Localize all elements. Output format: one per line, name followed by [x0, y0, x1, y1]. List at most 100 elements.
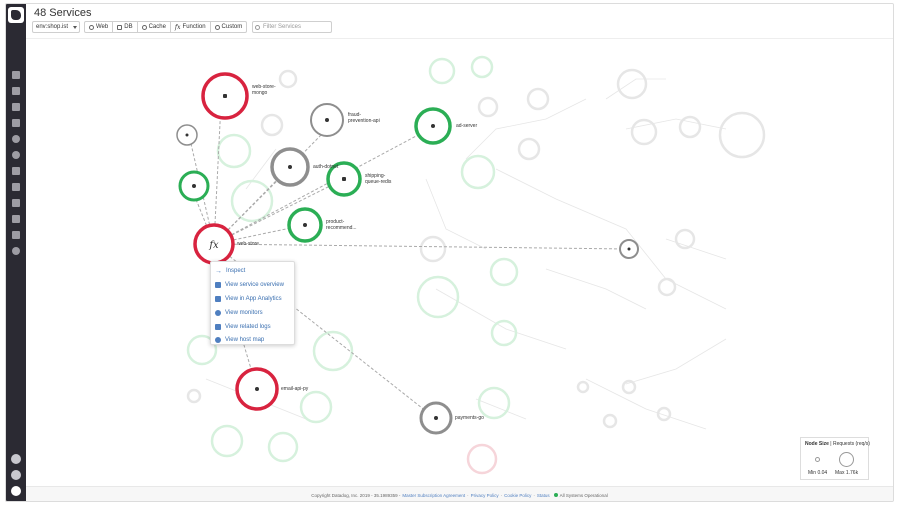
team-icon[interactable] — [11, 470, 21, 480]
filter-db-label: DB — [124, 24, 133, 30]
nav-metrics-icon[interactable] — [12, 151, 20, 159]
label-web-store: web-store — [237, 241, 259, 247]
custom-icon — [192, 184, 196, 188]
footer-privacy-link[interactable]: Privacy Policy — [471, 493, 499, 498]
menu-view-monitors[interactable]: View monitors — [215, 307, 263, 319]
search-icon — [255, 25, 260, 30]
nav-apm-services-icon[interactable] — [12, 183, 20, 191]
footer-cookie-link[interactable]: Cookie Policy — [504, 493, 531, 498]
service-nodes — [176, 72, 639, 435]
globe-icon — [288, 165, 292, 169]
globe-icon — [303, 223, 307, 227]
dashboard-icon — [215, 282, 221, 288]
node-context-menu: → Inspect View service overview View in … — [210, 261, 295, 345]
node-size-legend: Node Size | Requests (req/s) Min 0.04 Ma… — [800, 437, 870, 480]
filter-web-label: Web — [96, 24, 109, 30]
filter-services-input[interactable]: Filter Services — [252, 21, 332, 33]
analytics-icon — [215, 296, 221, 302]
monitor-icon — [215, 310, 221, 316]
database-icon — [117, 24, 123, 30]
database-icon — [342, 177, 346, 181]
nav-infrastructure-icon[interactable] — [12, 103, 20, 111]
menu-view-service-overview[interactable]: View service overview — [215, 279, 284, 291]
globe-icon — [325, 118, 329, 122]
nav-monitors-icon[interactable] — [12, 135, 20, 143]
status-ok-icon — [553, 493, 558, 497]
globe-icon — [255, 387, 259, 391]
nav-notebooks-icon[interactable] — [12, 199, 20, 207]
filter-cache-button[interactable]: Cache — [138, 22, 171, 32]
footer-copyright: Copyright Datadog, Inc. 2019 - 35.198935… — [311, 492, 401, 498]
page-title: 48 Services — [34, 7, 92, 19]
label-payments-go: payments-go — [455, 415, 484, 421]
faded-edges — [205, 78, 727, 430]
custom-icon — [214, 24, 220, 30]
filter-function-label: Function — [182, 24, 206, 30]
service-map-canvas[interactable]: fx web-store-mongo fraud-prevention-api … — [26, 38, 893, 486]
label-web-store-mongo: web-store-mongo — [252, 84, 276, 96]
footer-status-text: All Systems Operational — [559, 492, 608, 498]
globe-icon — [431, 124, 435, 128]
menu-related-logs-label: View related logs — [225, 324, 271, 330]
menu-host-map-label: View host map — [225, 337, 265, 343]
env-select-value: env:shop.ist — [36, 24, 69, 30]
function-icon: fx — [208, 240, 219, 251]
legend-max-circle — [839, 452, 854, 467]
globe-icon — [185, 133, 189, 137]
hostmap-icon — [215, 337, 221, 343]
filter-custom-button[interactable]: Custom — [211, 22, 247, 32]
legend-max: Max 1.76k — [835, 470, 859, 476]
globe-icon — [89, 24, 94, 30]
legend-min: Min 0.04 — [808, 470, 828, 476]
datadog-logo-icon[interactable] — [8, 7, 24, 23]
menu-inspect-label: Inspect — [226, 268, 246, 274]
filter-function-button[interactable]: fx Function — [171, 22, 211, 32]
logs-icon — [215, 324, 221, 330]
label-product-recommend: product-recommend... — [326, 219, 357, 231]
service-type-filter: Web DB Cache fx Function Custom — [84, 21, 248, 33]
filter-web-button[interactable]: Web — [85, 22, 114, 32]
legend-title: Node Size | Requests (req/s) — [805, 441, 870, 447]
menu-view-related-logs[interactable]: View related logs — [215, 321, 271, 333]
footer-sep-1: · — [467, 492, 469, 498]
menu-view-host-map[interactable]: View host map — [215, 334, 264, 346]
arrow-icon: → — [215, 267, 222, 275]
label-fraud-prevention-api: fraud-prevention-api — [348, 112, 380, 124]
label-ad-server: ad-server — [456, 123, 478, 129]
page-footer: Copyright Datadog, Inc. 2019 - 35.198935… — [26, 486, 893, 501]
page-header: 48 Services env:shop.ist Web DB Cache fx… — [26, 4, 893, 38]
help-icon[interactable] — [11, 454, 21, 464]
database-icon — [223, 94, 227, 98]
app-window: 48 Services env:shop.ist Web DB Cache fx… — [5, 3, 894, 502]
eye-icon — [141, 24, 147, 30]
filter-services-placeholder: Filter Services — [263, 24, 302, 30]
label-shipping-queue-redis: shipping-queue-redis — [365, 173, 392, 185]
label-email-api-py: email-api-py — [281, 386, 309, 392]
filter-custom-label: Custom — [221, 24, 243, 30]
nav-events-icon[interactable] — [12, 119, 20, 127]
function-icon: fx — [174, 23, 181, 31]
filter-db-button[interactable]: DB — [113, 22, 138, 32]
footer-status-link[interactable]: Status — [537, 493, 550, 498]
label-auth-dotnet: auth-dotnet — [313, 164, 339, 170]
menu-service-overview-label: View service overview — [225, 282, 284, 288]
nav-dashboards-icon[interactable] — [12, 87, 20, 95]
filter-cache-label: Cache — [148, 24, 166, 30]
env-select[interactable]: env:shop.ist — [32, 21, 80, 33]
chevron-down-icon — [73, 26, 77, 29]
user-avatar-icon[interactable] — [11, 486, 21, 496]
menu-inspect[interactable]: → Inspect — [215, 265, 245, 277]
custom-icon — [434, 416, 438, 420]
nav-apm-icon[interactable] — [12, 71, 20, 79]
menu-app-analytics-label: View in App Analytics — [225, 296, 282, 302]
footer-sep-3: · — [533, 492, 535, 498]
nav-security-icon[interactable] — [12, 231, 20, 239]
menu-monitors-label: View monitors — [225, 310, 263, 316]
nav-logs-icon[interactable] — [12, 215, 20, 223]
footer-msa-link[interactable]: Master Subscription Agreement — [402, 493, 465, 498]
nav-integrations-icon[interactable] — [12, 167, 20, 175]
nav-synthetics-icon[interactable] — [12, 247, 20, 255]
sidebar — [6, 4, 26, 501]
globe-icon — [627, 247, 631, 251]
menu-view-app-analytics[interactable]: View in App Analytics — [215, 293, 282, 305]
